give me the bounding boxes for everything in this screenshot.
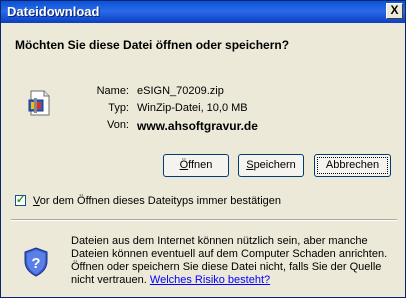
file-type-value: WinZip-Datei, 10,0 MB	[137, 102, 248, 114]
close-icon: X	[390, 3, 399, 17]
risk-info-link[interactable]: Welches Risiko besteht?	[150, 274, 270, 286]
zip-file-icon	[28, 90, 50, 116]
save-button[interactable]: Speichern	[238, 154, 304, 177]
cancel-label: Abbrechen	[325, 159, 380, 171]
close-button[interactable]: X	[386, 3, 403, 19]
window-title: Dateidownload	[7, 4, 100, 19]
file-name-label: Name:	[96, 85, 129, 97]
open-label: ffnen	[188, 159, 213, 171]
file-name-value: eSIGN_70209.zip	[137, 85, 224, 97]
file-download-dialog: Dateidownload X Möchten Sie diese Datei …	[0, 0, 406, 298]
title-bar[interactable]: Dateidownload X	[1, 1, 405, 23]
checkbox-accel: V	[33, 195, 40, 207]
download-question: Möchten Sie diese Datei öffnen oder spei…	[15, 38, 290, 52]
file-source-value: www.ahsoftgravur.de	[137, 119, 258, 133]
checkmark-icon: ✓	[16, 194, 26, 206]
save-accel: S	[246, 159, 254, 171]
always-confirm-label[interactable]: Vor dem Öffnen dieses Dateityps immer be…	[33, 195, 281, 207]
checkbox-label-text: or dem Öffnen dieses Dateityps immer bes…	[39, 195, 282, 207]
save-label: peichern	[253, 159, 296, 171]
open-button[interactable]: Öffnen	[163, 154, 229, 177]
divider	[11, 219, 397, 221]
open-accel: Ö	[179, 159, 189, 171]
security-shield-question-icon: ?	[24, 247, 48, 277]
file-source-label: Von:	[106, 119, 129, 131]
file-type-label: Typ:	[108, 102, 129, 114]
cancel-button[interactable]: Abbrechen	[314, 154, 391, 177]
svg-text:?: ?	[31, 255, 40, 272]
security-warning: Dateien aus dem Internet können nützlich…	[71, 235, 389, 287]
always-confirm-checkbox[interactable]: ✓	[15, 194, 26, 206]
